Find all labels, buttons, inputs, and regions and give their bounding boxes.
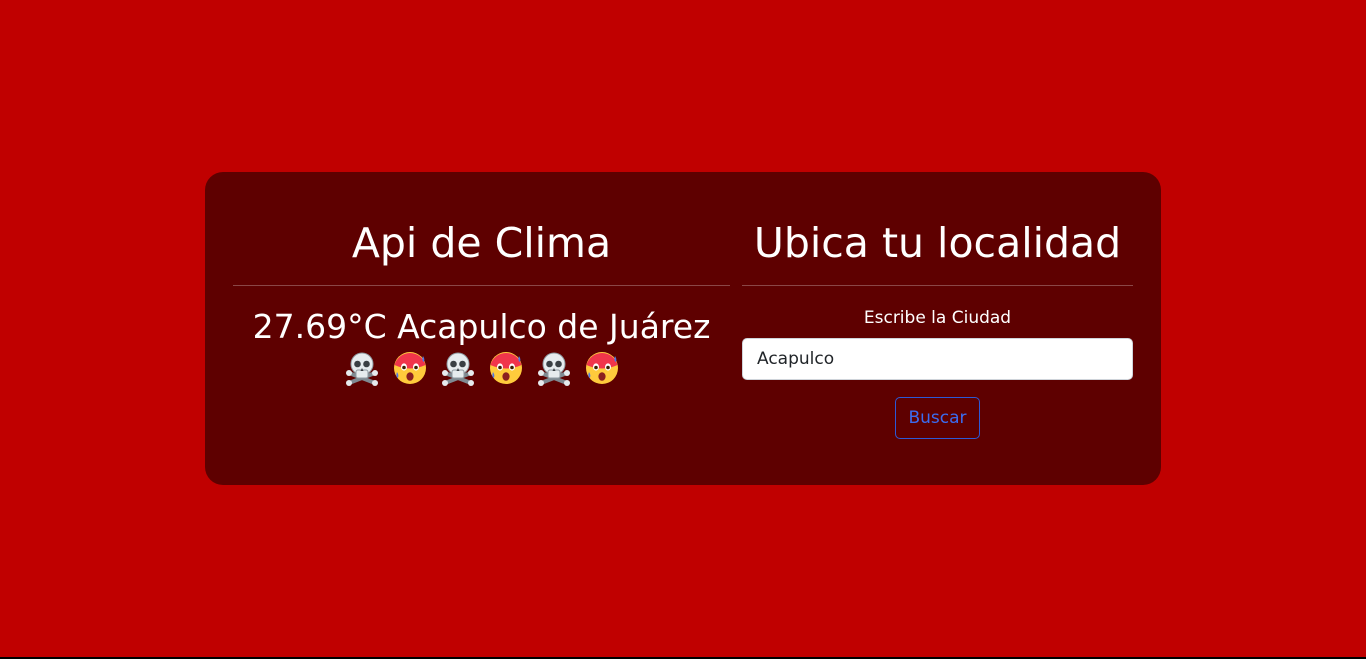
button-row: Buscar — [742, 397, 1133, 439]
skull-crossbones-icon — [441, 352, 474, 386]
page-background: Api de Clima 27.69°C Acapulco de Juárez — [0, 0, 1366, 659]
weather-panel: Api de Clima 27.69°C Acapulco de Juárez — [233, 172, 730, 386]
hot-face-icon — [489, 352, 522, 384]
skull-crossbones-icon — [345, 352, 378, 386]
search-button[interactable]: Buscar — [895, 397, 980, 439]
location-title: Ubica tu localidad — [742, 172, 1133, 286]
weather-emoji-row — [233, 350, 730, 386]
city-input[interactable] — [742, 338, 1133, 380]
search-panel: Ubica tu localidad Escribe la Ciudad Bus… — [742, 172, 1133, 439]
hot-face-icon — [393, 352, 426, 384]
weather-card: Api de Clima 27.69°C Acapulco de Juárez — [205, 172, 1161, 485]
api-title: Api de Clima — [233, 172, 730, 286]
skull-crossbones-icon — [537, 352, 570, 386]
city-field-label: Escribe la Ciudad — [863, 308, 1012, 328]
hot-face-icon — [585, 352, 618, 384]
weather-result: 27.69°C Acapulco de Juárez — [252, 307, 711, 346]
